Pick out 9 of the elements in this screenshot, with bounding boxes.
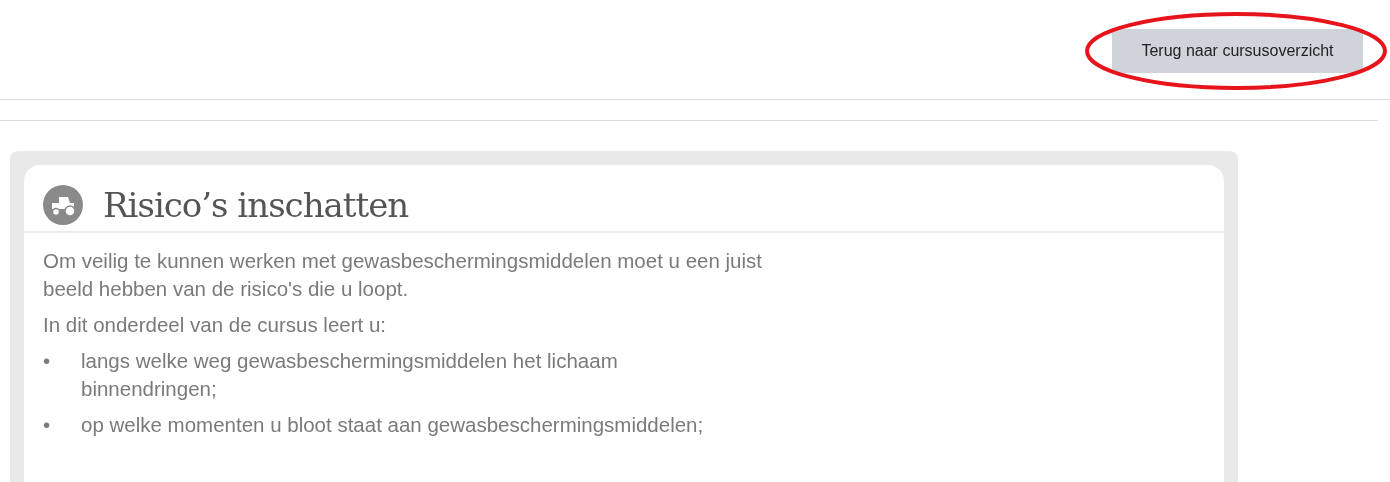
paragraph: In dit onderdeel van de cursus leert u: [43, 312, 387, 338]
back-button[interactable]: Terug naar cursusoverzicht [1112, 29, 1363, 73]
card-title: Risico’s inschatten [103, 185, 409, 225]
tractor-icon [43, 185, 83, 225]
bullet: • [43, 412, 52, 438]
list-item-text: langs welke weg gewasbeschermingsmiddelen het lichaam binnendringen; [81, 348, 619, 402]
list-item-text: op welke momenten u bloot staat aan gewasbeschermingsmiddelen; [81, 412, 705, 438]
bullet: • [43, 348, 52, 374]
paragraph: Om veilig te kunnen werken met gewasbeschermingsmiddelen moet u een juist beeld hebben van de risico's die u loopt. [43, 248, 763, 302]
